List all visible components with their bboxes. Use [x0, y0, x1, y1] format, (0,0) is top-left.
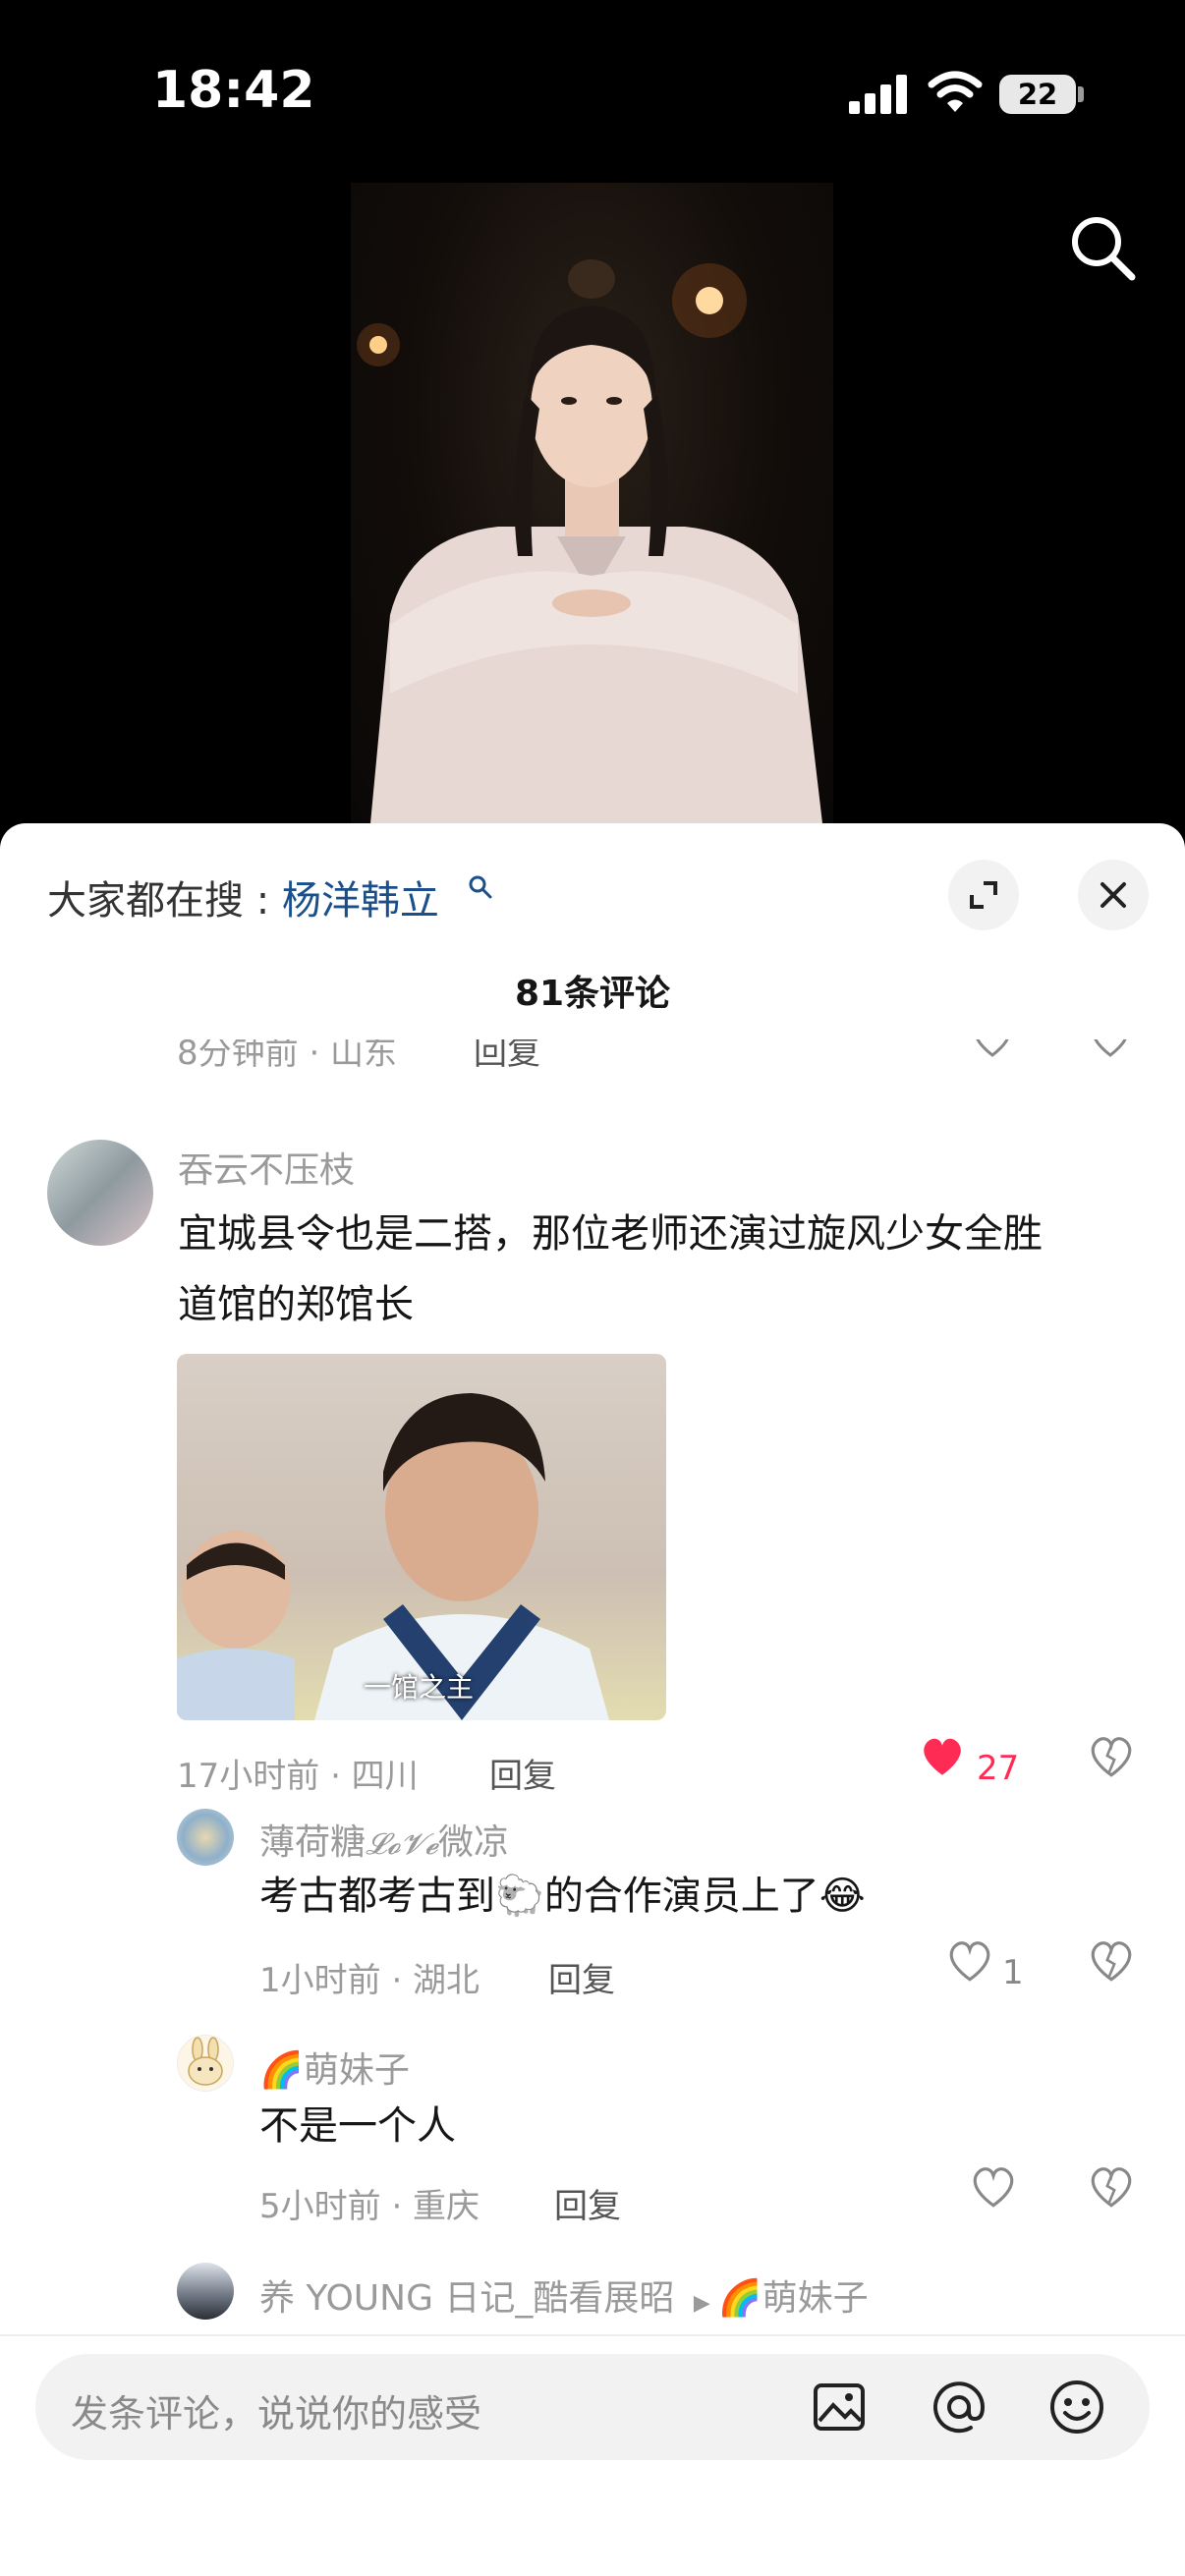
- reply-meta: 1小时前 · 湖北: [259, 1961, 480, 2000]
- video-frame-illustration: [357, 259, 822, 823]
- reply-author[interactable]: 薄荷糖𝓛𝓸𝓥𝓮微凉: [259, 1814, 509, 1865]
- divider: [0, 2334, 1185, 2336]
- status-bar: 18:42 22: [0, 0, 1185, 187]
- reply-to-name: 萌妹子: [762, 2278, 869, 2319]
- reply-arrow-icon: ▶: [693, 2291, 710, 2316]
- comment-image-caption: 一馆之主: [364, 1671, 475, 1704]
- image-icon[interactable]: [812, 2380, 867, 2435]
- reply-author-part: 微凉: [438, 1822, 510, 1863]
- comment-input-placeholder: 发条评论，说说你的感受: [71, 2392, 482, 2436]
- reply-text: 考古都考古到🐑的合作演员上了😂: [259, 1861, 866, 1932]
- mention-icon[interactable]: [930, 2378, 988, 2436]
- expand-button[interactable]: [948, 860, 1019, 930]
- reply-text-part: 的合作演员上了: [543, 1874, 819, 1919]
- comments-count: 81条评论: [514, 974, 671, 1014]
- comment-like-count: 27: [977, 1749, 1020, 1788]
- small-search-icon: [469, 875, 492, 899]
- partial-comment-meta: 8分钟前 · 山东: [177, 1039, 398, 1073]
- reply-author[interactable]: 养 YOUNG 日记_酷看展昭 ▶ 🌈萌妹子: [259, 2269, 869, 2321]
- reply-avatar[interactable]: [177, 1809, 234, 1866]
- sheep-emoji-icon: 🐑: [495, 1874, 544, 1919]
- comment-text-line2: 道馆的郑馆长: [178, 1282, 414, 1327]
- partial-dislike-icon[interactable]: [1087, 1039, 1134, 1061]
- liked-heart-icon[interactable]: [918, 1731, 967, 1780]
- bunny-avatar-illustration: [188, 2037, 223, 2086]
- trending-search-banner[interactable]: 大家都在搜 : 杨洋韩立: [47, 868, 439, 925]
- comment-author[interactable]: 吞云不压枝: [178, 1142, 355, 1193]
- comment-text-line1: 宜城县令也是二搭，那位老师还演过旋风少女全胜: [178, 1211, 1043, 1257]
- cellular-signal-icon: [849, 75, 908, 114]
- partial-reply-link[interactable]: 回复: [474, 1039, 540, 1074]
- comment-input[interactable]: 发条评论，说说你的感受: [35, 2354, 1150, 2460]
- laughing-crying-emoji-icon: 😂: [818, 1874, 866, 1919]
- status-time: 18:42: [152, 61, 315, 120]
- reply-avatar[interactable]: [177, 2035, 234, 2092]
- reply-author[interactable]: 🌈萌妹子: [259, 2042, 410, 2093]
- reply-avatar[interactable]: [177, 2263, 234, 2320]
- dislike-icon[interactable]: [1087, 1935, 1136, 1985]
- dislike-icon[interactable]: [1087, 1731, 1136, 1780]
- wifi-icon: [928, 71, 983, 112]
- partial-comment-row: 8分钟前 · 山东 回复: [0, 1039, 1185, 1075]
- battery-tip: [1078, 86, 1084, 102]
- comment-sheet: 大家都在搜 : 杨洋韩立 81条评论 8分钟前 · 山东 回复 吞云不压枝 宜城…: [0, 823, 1185, 2576]
- comment-avatar[interactable]: [47, 1140, 153, 1246]
- reply-like-count: 1: [1002, 1953, 1024, 1992]
- dislike-icon[interactable]: [1087, 2161, 1136, 2211]
- rainbow-emoji-icon: 🌈: [259, 2050, 304, 2091]
- emoji-icon[interactable]: [1047, 2378, 1106, 2436]
- reply-text: 不是一个人: [259, 2103, 456, 2149]
- comment-reply-link[interactable]: 回复: [489, 1749, 556, 1797]
- expand-icon: [970, 881, 997, 909]
- reply-text-part: 考古都考古到: [259, 1874, 495, 1919]
- close-icon: [1100, 882, 1126, 908]
- search-icon[interactable]: [1069, 214, 1138, 283]
- comment-image[interactable]: 一馆之主: [177, 1354, 666, 1720]
- reply-meta: 5小时前 · 重庆: [259, 2187, 480, 2226]
- reply-author-part: 养 YOUNG 日记_酷看展昭: [259, 2278, 675, 2319]
- reply-author-part: 萌妹子: [303, 2050, 410, 2091]
- reply-reply-link[interactable]: 回复: [554, 2179, 621, 2227]
- like-heart-icon[interactable]: [945, 1935, 994, 1985]
- rainbow-emoji-icon: 🌈: [717, 2278, 762, 2319]
- reply-reply-link[interactable]: 回复: [548, 1953, 615, 2001]
- like-heart-icon[interactable]: [969, 2161, 1018, 2211]
- trending-search-keyword[interactable]: 杨洋韩立: [282, 878, 439, 924]
- video-player[interactable]: [351, 183, 833, 823]
- comment-meta: 17小时前 · 四川: [177, 1757, 419, 1796]
- partial-like-icon[interactable]: [969, 1039, 1016, 1061]
- close-button[interactable]: [1078, 860, 1149, 930]
- reply-author-part: 𝓛𝓸𝓥𝓮: [366, 1827, 439, 1862]
- trending-search-prefix: 大家都在搜 :: [47, 878, 282, 924]
- reply-author-part: 薄荷糖: [259, 1822, 367, 1863]
- battery-icon: 22: [999, 75, 1076, 114]
